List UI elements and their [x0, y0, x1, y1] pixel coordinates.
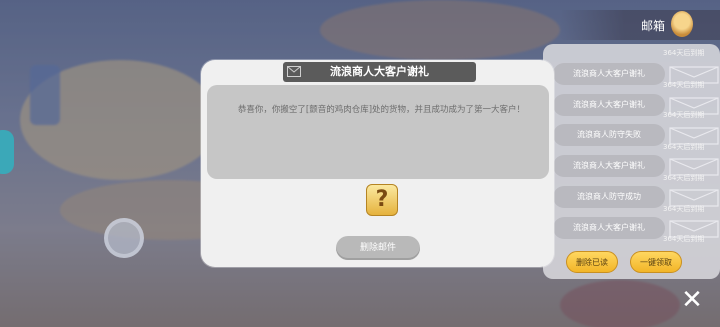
- mail-item-label: 流浪商人大客户谢礼: [553, 63, 665, 85]
- mail-item-label: 流浪商人大客户谢礼: [553, 217, 665, 239]
- mailbox-title: 邮箱: [641, 19, 666, 33]
- mail-expire-text: 364天后到期: [663, 111, 705, 119]
- delete-read-button[interactable]: 删除已读: [566, 251, 618, 273]
- mail-item-label: 流浪商人大客户谢礼: [553, 155, 665, 177]
- mail-expire-text: 364天后到期: [663, 143, 705, 151]
- game-scene: 邮箱 流浪商人大客户谢礼 364天后到期 流浪商人大客户谢礼 364天后到期 流…: [0, 0, 720, 327]
- mail-item-label: 流浪商人大客户谢礼: [553, 94, 665, 116]
- question-mystery-icon: ?: [375, 187, 389, 212]
- mail-expire-text: 364天后到期: [663, 81, 705, 89]
- avatar[interactable]: [671, 11, 693, 37]
- left-side-tab[interactable]: [0, 130, 14, 174]
- joystick-icon[interactable]: [104, 218, 144, 258]
- message-box: [207, 85, 549, 179]
- mail-item-label: 流浪商人防守失败: [553, 124, 665, 146]
- mail-expire-text: 364天后到期: [663, 235, 705, 243]
- mail-expire-text: 364天后到期: [663, 49, 705, 57]
- mail-expire-text: 364天后到期: [663, 205, 705, 213]
- claim-all-button[interactable]: 一键领取: [630, 251, 682, 273]
- message-text: 恭喜你，你搬空了[颤音的鸡肉仓库]处的货物，并且成功成为了第一大客户！: [237, 105, 526, 115]
- mail-expire-text: 364天后到期: [663, 174, 705, 182]
- mail-item-label: 流浪商人防守成功: [553, 186, 665, 208]
- delete-mail-button[interactable]: 删除邮件: [336, 236, 420, 260]
- close-icon[interactable]: ✕: [678, 286, 706, 314]
- modal-title: 流浪商人大客户谢礼: [330, 65, 429, 78]
- mailbox-header: [560, 10, 720, 40]
